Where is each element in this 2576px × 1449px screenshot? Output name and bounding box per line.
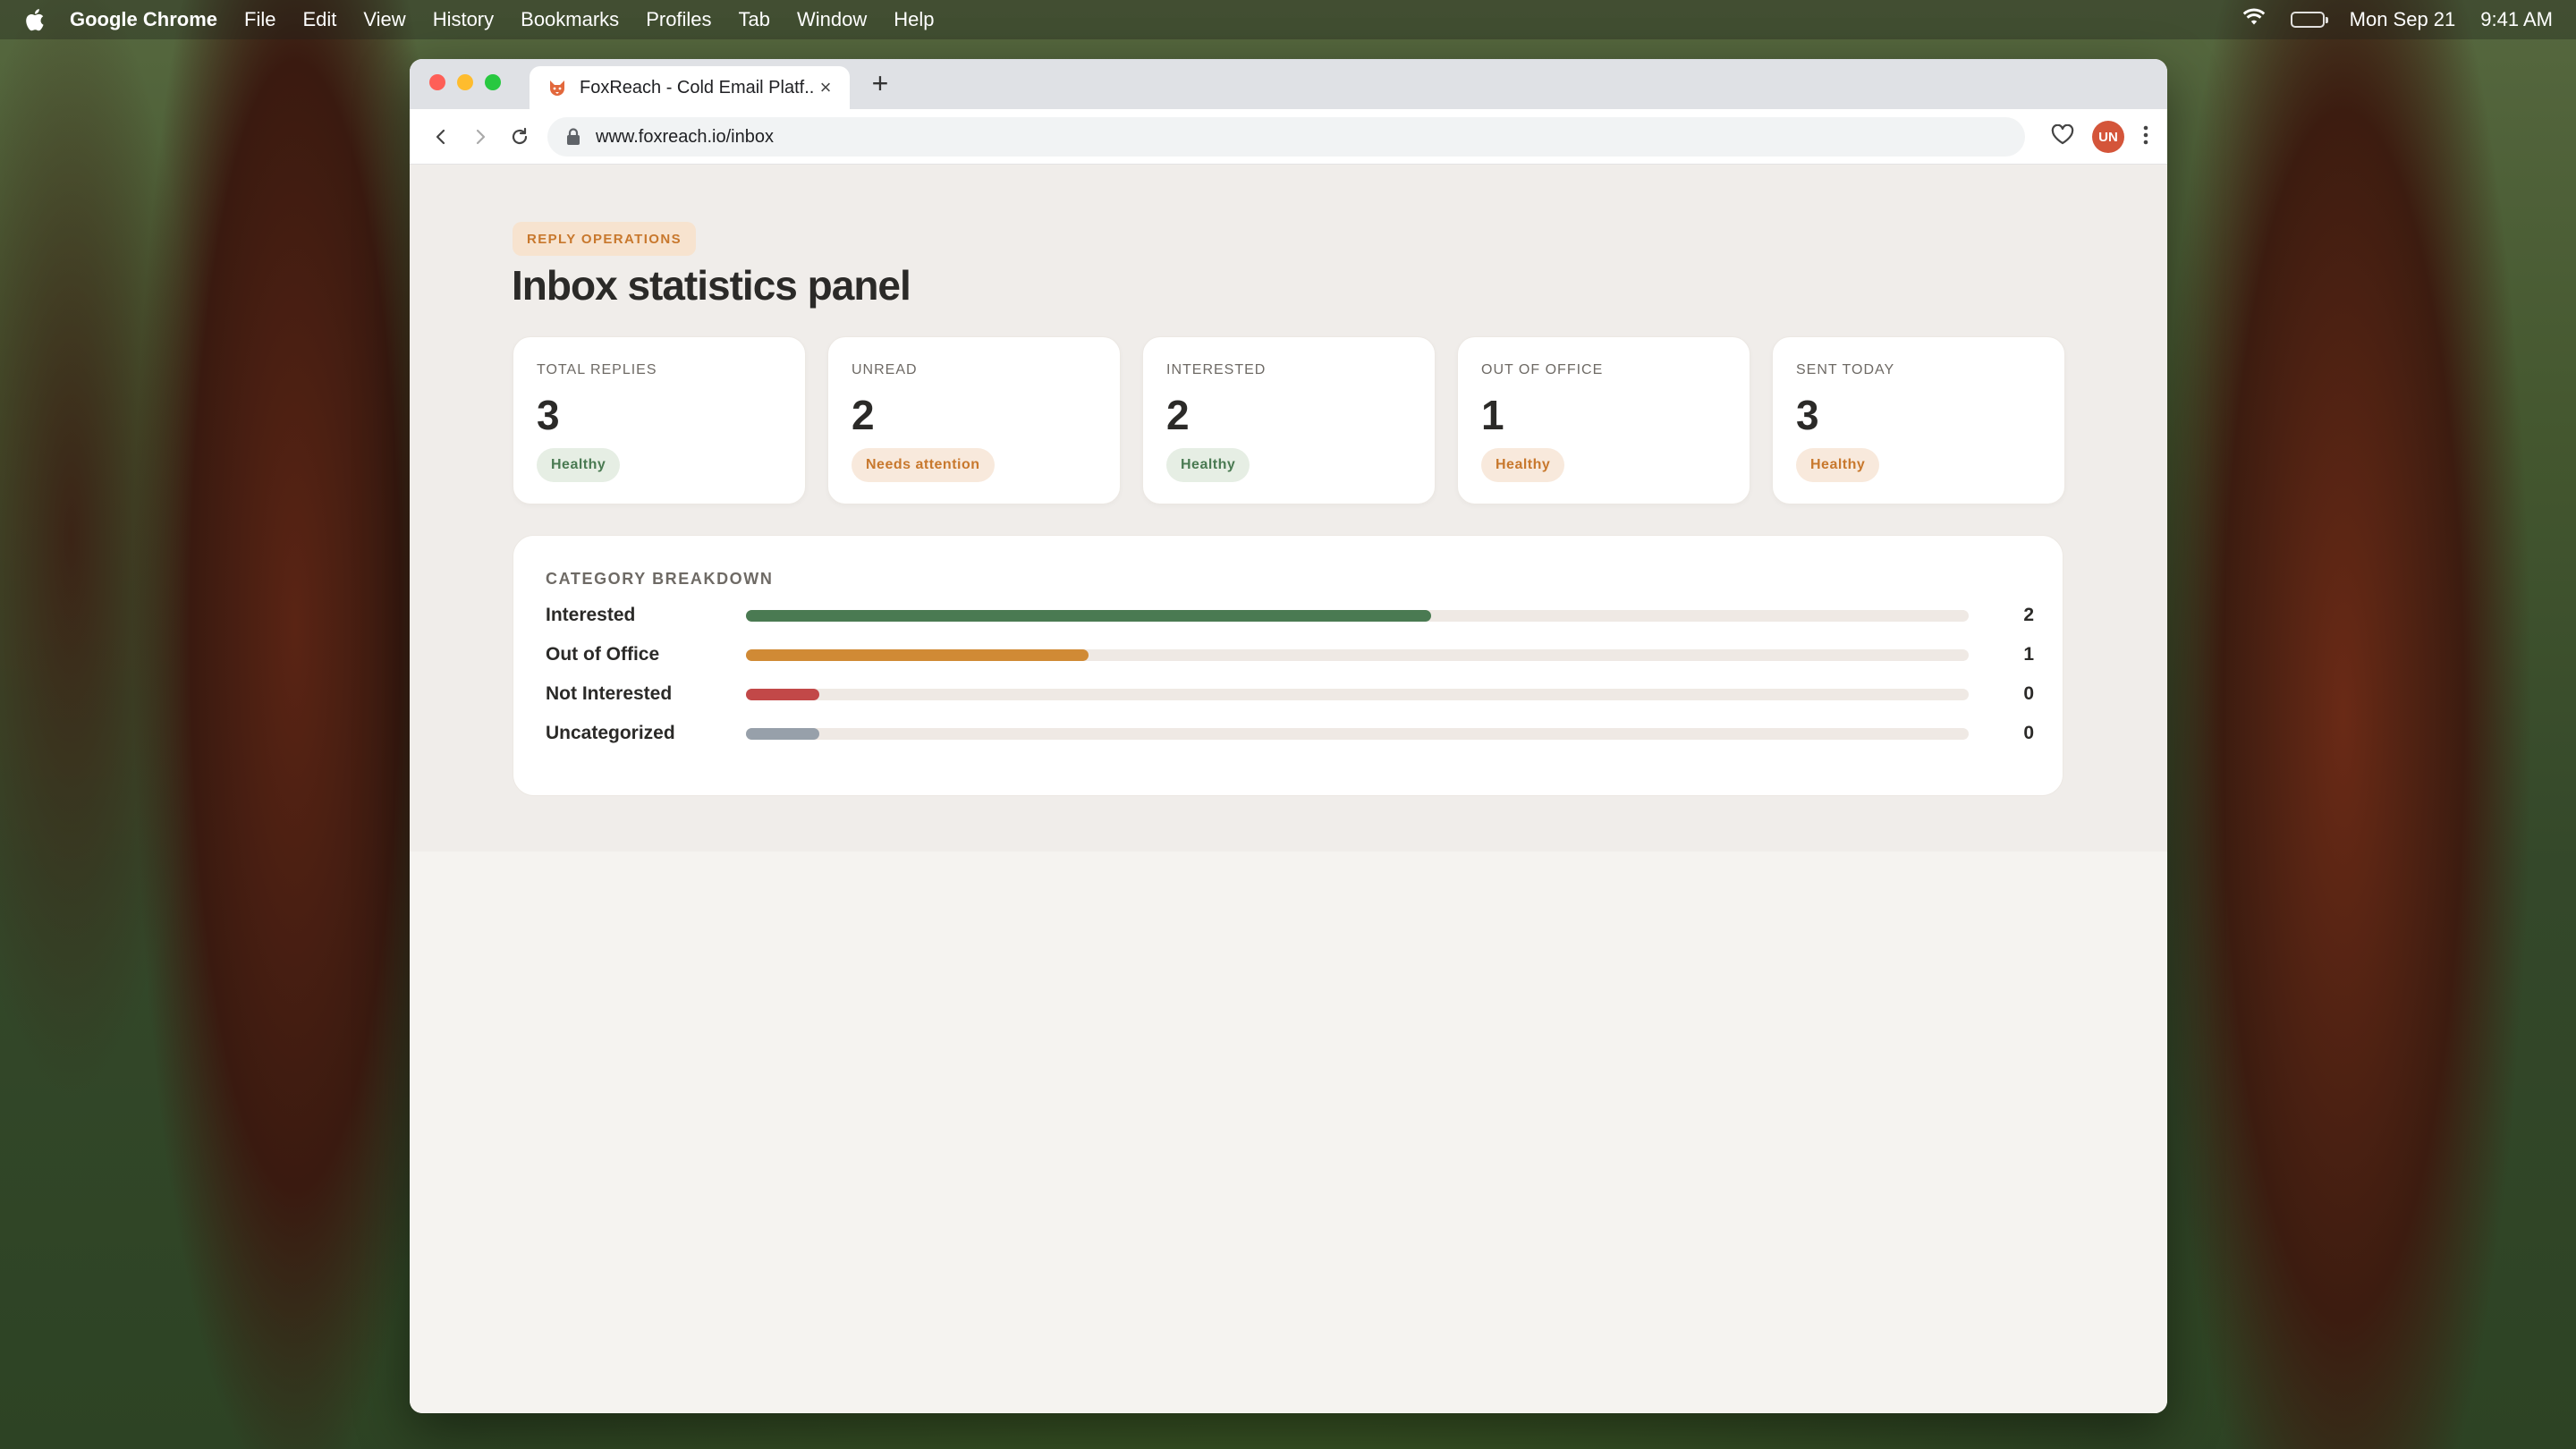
menu-window[interactable]: Window (797, 8, 867, 31)
minimize-window-button[interactable] (457, 74, 473, 90)
status-badge: Healthy (1796, 448, 1880, 482)
url-text[interactable]: www.foxreach.io/inbox (596, 127, 774, 148)
breakdown-label: Out of Office (546, 644, 660, 665)
section-eyebrow: REPLY OPERATIONS (513, 222, 696, 256)
breakdown-title: CATEGORY BREAKDOWN (546, 570, 774, 588)
stat-value: 2 (1166, 392, 1190, 438)
stat-label: OUT OF OFFICE (1481, 362, 1604, 377)
breakdown-row-out-of-office: Out of Office 1 (546, 641, 2034, 668)
forward-arrow-icon[interactable] (465, 122, 496, 152)
maximize-window-button[interactable] (485, 74, 501, 90)
reload-icon[interactable] (504, 122, 535, 152)
menu-profiles[interactable]: Profiles (646, 8, 711, 31)
apple-icon[interactable] (23, 6, 47, 33)
progress-track (746, 728, 1969, 740)
progress-track (746, 689, 1969, 700)
wifi-icon[interactable] (2242, 8, 2266, 31)
stat-label: SENT TODAY (1796, 362, 1895, 377)
menu-bookmarks[interactable]: Bookmarks (521, 8, 619, 31)
breakdown-label: Not Interested (546, 683, 673, 704)
menubar-time[interactable]: 9:41 AM (2480, 8, 2553, 31)
browser-tab-active[interactable]: FoxReach - Cold Email Platf... × (530, 66, 850, 109)
window-controls (429, 74, 501, 90)
profile-avatar[interactable]: UN (2092, 121, 2124, 153)
stat-label: UNREAD (852, 362, 918, 377)
page-title: Inbox statistics panel (512, 262, 911, 309)
breakdown-label: Uncategorized (546, 723, 675, 743)
more-menu-icon[interactable] (2142, 124, 2149, 150)
tab-title: FoxReach - Cold Email Platf... (580, 77, 816, 97)
address-bar[interactable]: www.foxreach.io/inbox (547, 117, 2025, 157)
stat-cards: TOTAL REPLIES 3 Healthy UNREAD 2 Needs a… (513, 336, 2065, 504)
menu-file[interactable]: File (244, 8, 275, 31)
breakdown-count: 0 (2023, 683, 2034, 704)
stat-value: 3 (1796, 392, 1819, 438)
progress-fill (746, 689, 820, 700)
progress-fill (746, 610, 1431, 622)
stat-card-interested: INTERESTED 2 Healthy (1142, 336, 1436, 504)
status-badge: Healthy (1166, 448, 1250, 482)
breakdown-count: 1 (2023, 644, 2034, 665)
breakdown-row-not-interested: Not Interested 0 (546, 681, 2034, 708)
menu-history[interactable]: History (433, 8, 494, 31)
status-badge: Healthy (1481, 448, 1565, 482)
menu-app-name[interactable]: Google Chrome (70, 8, 217, 31)
status-badge: Needs attention (852, 448, 995, 482)
close-window-button[interactable] (429, 74, 445, 90)
menu-help[interactable]: Help (894, 8, 934, 31)
menu-tab[interactable]: Tab (739, 8, 770, 31)
menubar-date[interactable]: Mon Sep 21 (2350, 8, 2456, 31)
stat-label: INTERESTED (1166, 362, 1267, 377)
progress-fill (746, 649, 1089, 661)
menu-bar: Google Chrome File Edit View History Boo… (0, 0, 2576, 39)
battery-icon[interactable] (2290, 12, 2328, 28)
stat-card-out-of-office: OUT OF OFFICE 1 Healthy (1457, 336, 1750, 504)
breakdown-label: Interested (546, 605, 636, 625)
stat-label: TOTAL REPLIES (537, 362, 657, 377)
progress-track (746, 610, 1969, 622)
progress-fill (746, 728, 820, 740)
menu-view[interactable]: View (363, 8, 405, 31)
category-breakdown-card: CATEGORY BREAKDOWN Interested 2 Out of O… (513, 535, 2063, 796)
stat-value: 2 (852, 392, 875, 438)
tab-strip: FoxReach - Cold Email Platf... × + (410, 59, 2167, 109)
browser-toolbar: www.foxreach.io/inbox UN (410, 109, 2167, 165)
status-badge: Healthy (537, 448, 621, 482)
stat-value: 1 (1481, 392, 1504, 438)
close-tab-icon[interactable]: × (816, 76, 835, 99)
back-arrow-icon[interactable] (426, 122, 456, 152)
fox-favicon-icon (547, 78, 567, 97)
breakdown-count: 0 (2023, 723, 2034, 743)
breakdown-row-uncategorized: Uncategorized 0 (546, 720, 2034, 747)
new-tab-button[interactable]: + (864, 68, 896, 100)
menu-edit[interactable]: Edit (302, 8, 336, 31)
browser-window: FoxReach - Cold Email Platf... × + www.f… (410, 59, 2167, 1413)
breakdown-row-interested: Interested 2 (546, 602, 2034, 629)
heart-icon[interactable] (2051, 123, 2074, 150)
stat-card-total-replies: TOTAL REPLIES 3 Healthy (513, 336, 806, 504)
stat-card-unread: UNREAD 2 Needs attention (827, 336, 1121, 504)
stat-card-sent-today: SENT TODAY 3 Healthy (1772, 336, 2065, 504)
lock-icon[interactable] (565, 128, 581, 146)
page-content: REPLY OPERATIONS Inbox statistics panel … (410, 165, 2167, 1413)
breakdown-count: 2 (2023, 605, 2034, 625)
progress-track (746, 649, 1969, 661)
stat-value: 3 (537, 392, 560, 438)
